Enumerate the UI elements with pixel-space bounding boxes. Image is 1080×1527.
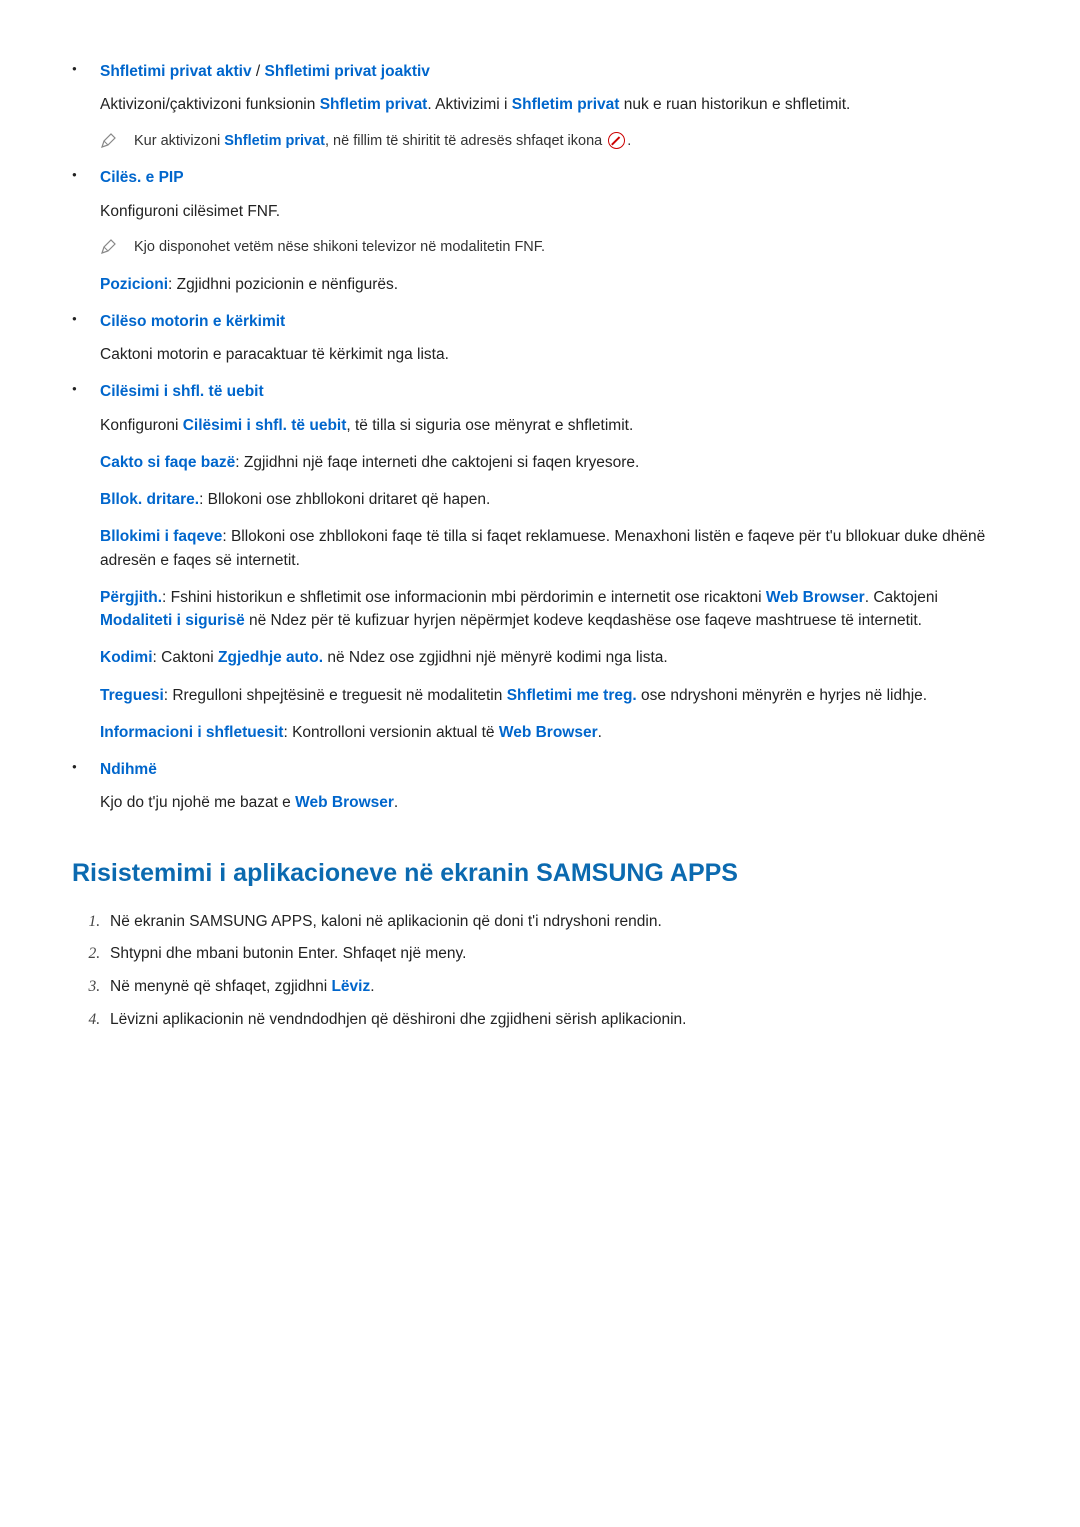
settings-list: Cilësimi i shfl. të uebit Konfiguroni Ci…	[72, 380, 1008, 437]
label: Kodimi	[100, 649, 153, 666]
ws-info: Informacioni i shfletuesit: Kontrolloni …	[100, 721, 1008, 744]
label: Treguesi	[100, 687, 164, 704]
label: Cakto si faqe bazë	[100, 454, 235, 471]
bullet-title: Cilësimi i shfl. të uebit	[100, 380, 1008, 403]
separator: /	[252, 63, 265, 80]
steps-list: Në ekranin SAMSUNG APPS, kaloni në aplik…	[80, 910, 1008, 1033]
term: Web Browser	[499, 724, 598, 741]
item-search-engine: Cilëso motorin e kërkimit Caktoni motori…	[72, 310, 1008, 367]
description: Aktivizoni/çaktivizoni funksionin Shflet…	[100, 93, 1008, 116]
ws-pageblock: Bllokimi i faqeve: Bllokoni ose zhblloko…	[100, 525, 1008, 572]
label: Bllok. dritare.	[100, 491, 199, 508]
step-2: Shtypni dhe mbani butonin Enter. Shfaqet…	[104, 942, 1008, 967]
label: Bllokimi i faqeve	[100, 528, 222, 545]
settings-list: Shfletimi privat aktiv / Shfletimi priva…	[72, 60, 1008, 117]
item-pip: Cilës. e PIP Konfiguroni cilësimet FNF.	[72, 166, 1008, 223]
bullet-title: Cilëso motorin e kërkimit	[100, 310, 1008, 333]
ws-home: Cakto si faqe bazë: Zgjidhni një faqe in…	[100, 451, 1008, 474]
bullet-title: Cilës. e PIP	[100, 166, 1008, 189]
description: Konfiguroni cilësimet FNF.	[100, 200, 1008, 223]
description: Kjo do t'ju njohë me bazat e Web Browser…	[100, 791, 1008, 814]
term: Modaliteti i sigurisë	[100, 612, 245, 629]
step-4: Lëvizni aplikacionin në vendndodhjen që …	[104, 1008, 1008, 1033]
bullet-title: Ndihmë	[100, 758, 1008, 781]
bullet-title: Shfletimi privat aktiv / Shfletimi priva…	[100, 60, 1008, 83]
ws-popup: Bllok. dritare.: Bllokoni ose zhbllokoni…	[100, 488, 1008, 511]
pencil-icon	[100, 133, 116, 149]
section-heading: Risistemimi i aplikacioneve në ekranin S…	[72, 859, 1008, 888]
settings-list: Cilëso motorin e kërkimit Caktoni motori…	[72, 310, 1008, 367]
term-private-off: Shfletimi privat joaktiv	[265, 63, 430, 80]
term: Shfletimi me treg.	[507, 687, 637, 704]
note-text: Kur aktivizoni Shfletim privat, në filli…	[134, 131, 1008, 153]
item-private-browsing: Shfletimi privat aktiv / Shfletimi priva…	[72, 60, 1008, 117]
pip-position: Pozicioni: Zgjidhni pozicionin e nënfigu…	[100, 273, 1008, 296]
note-row: Kur aktivizoni Shfletim privat, në filli…	[100, 131, 1008, 153]
label: Përgjith.	[100, 589, 162, 606]
description: Caktoni motorin e paracaktuar të kërkimi…	[100, 343, 1008, 366]
pencil-icon	[100, 239, 116, 255]
settings-list: Cilës. e PIP Konfiguroni cilësimet FNF.	[72, 166, 1008, 223]
term: Shfletim privat	[320, 96, 428, 113]
term: Lëviz	[331, 978, 370, 995]
document-page: Shfletimi privat aktiv / Shfletimi priva…	[0, 0, 1080, 1527]
label: Informacioni i shfletuesit	[100, 724, 283, 741]
ws-cursor: Treguesi: Rregulloni shpejtësinë e tregu…	[100, 684, 1008, 707]
settings-list: Ndihmë Kjo do t'ju njohë me bazat e Web …	[72, 758, 1008, 815]
term: Shfletim privat	[224, 133, 325, 149]
note-text: Kjo disponohet vetëm nëse shikoni televi…	[134, 237, 1008, 259]
term-private-on: Shfletimi privat aktiv	[100, 63, 252, 80]
ws-general: Përgjith.: Fshini historikun e shfletimi…	[100, 586, 1008, 633]
term: Zgjedhje auto.	[218, 649, 323, 666]
label: Pozicioni	[100, 276, 168, 293]
note-row: Kjo disponohet vetëm nëse shikoni televi…	[100, 237, 1008, 259]
term: Cilësimi i shfl. të uebit	[183, 417, 347, 434]
step-1: Në ekranin SAMSUNG APPS, kaloni në aplik…	[104, 910, 1008, 935]
term: Web Browser	[295, 794, 394, 811]
item-help: Ndihmë Kjo do t'ju njohë me bazat e Web …	[72, 758, 1008, 815]
restricted-icon	[608, 132, 625, 149]
item-web-settings: Cilësimi i shfl. të uebit Konfiguroni Ci…	[72, 380, 1008, 437]
ws-encoding: Kodimi: Caktoni Zgjedhje auto. në Ndez o…	[100, 646, 1008, 669]
term: Web Browser	[766, 589, 865, 606]
term: Shfletim privat	[512, 96, 620, 113]
description: Konfiguroni Cilësimi i shfl. të uebit, t…	[100, 414, 1008, 437]
step-3: Në menynë që shfaqet, zgjidhni Lëviz.	[104, 975, 1008, 1000]
